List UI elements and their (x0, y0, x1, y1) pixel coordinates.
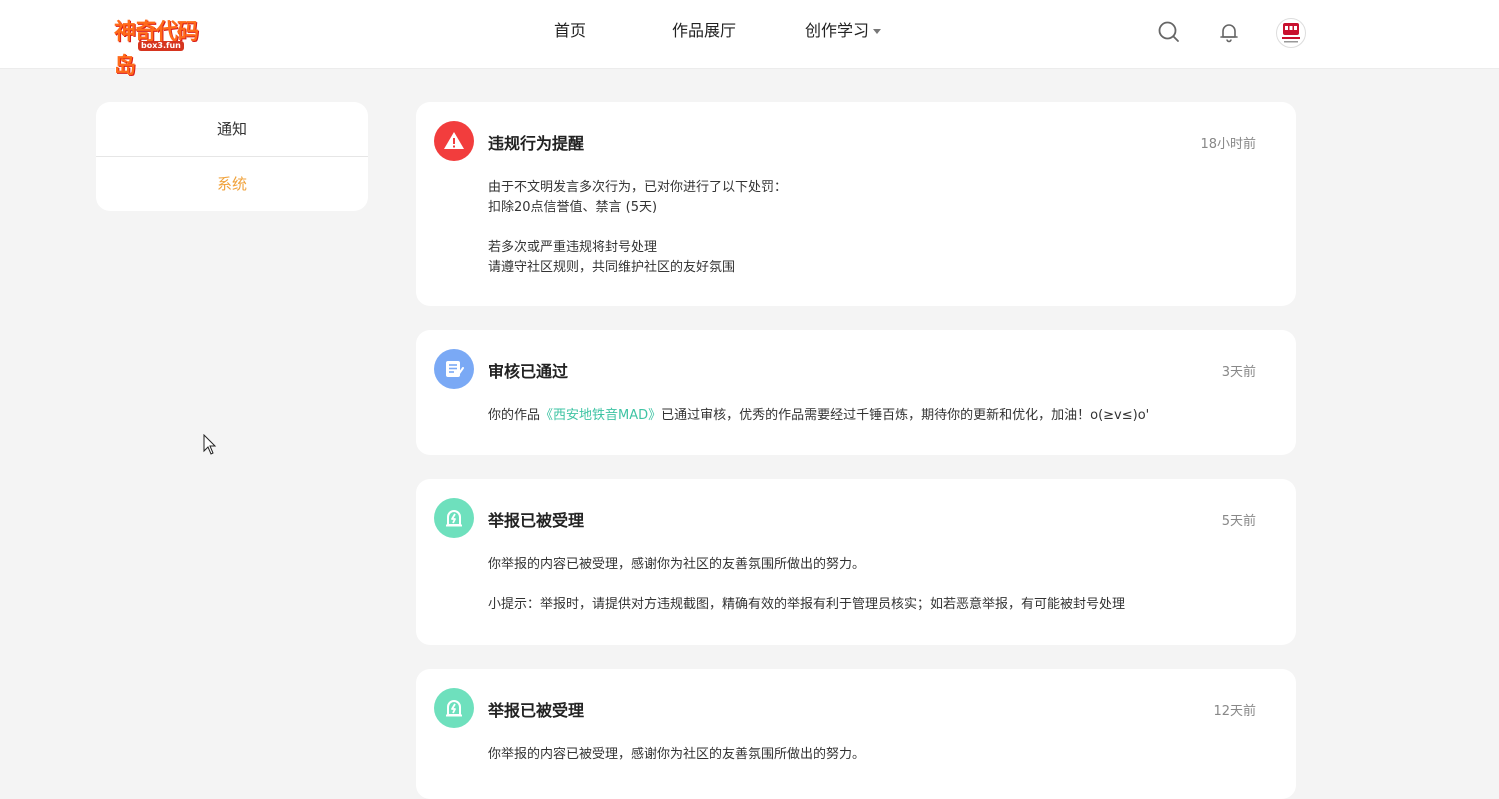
nav-home[interactable]: 首页 (554, 20, 586, 42)
nav-gallery[interactable]: 作品展厅 (672, 20, 736, 42)
chevron-down-icon (873, 29, 882, 34)
message-title: 违规行为提醒 (488, 134, 585, 153)
user-avatar[interactable] (1276, 18, 1306, 48)
message-line: 小提示：举报时，请提供对方违规截图，精确有效的举报有利于管理员核实；如若恶意举报… (488, 597, 1126, 612)
work-link[interactable]: 《西安地铁音MAD》 (540, 408, 661, 423)
message-line: 若多次或严重违规将封号处理 (488, 240, 658, 255)
message-title: 审核已通过 (488, 362, 569, 381)
message-card: 举报已被受理 12天前 你举报的内容已被受理，感谢你为社区的友善氛围所做出的努力… (416, 669, 1296, 799)
sidebar-item-notifications[interactable]: 通知 (96, 102, 368, 157)
message-time: 12天前 (1213, 704, 1256, 719)
notification-sidebar: 通知 系统 (96, 102, 368, 211)
message-body: 你举报的内容已被受理，感谢你为社区的友善氛围所做出的努力。 小提示：举报时，请提… (488, 555, 1268, 615)
logo-subtext: box3.fun (138, 41, 184, 51)
mouse-cursor-icon (203, 433, 217, 460)
message-title: 举报已被受理 (488, 701, 585, 720)
message-time: 3天前 (1221, 365, 1256, 380)
message-card: 违规行为提醒 18小时前 由于不文明发言多次行为，已对你进行了以下处罚： 扣除2… (416, 102, 1296, 306)
text-before-link: 你的作品 (488, 408, 541, 423)
sidebar-item-system[interactable]: 系统 (96, 157, 368, 211)
report-icon (434, 498, 474, 538)
nav-learn-label: 创作学习 (805, 21, 870, 40)
message-body: 你举报的内容已被受理，感谢你为社区的友善氛围所做出的努力。 (488, 745, 1268, 765)
message-body: 由于不文明发言多次行为，已对你进行了以下处罚： 扣除20点信誉值、禁言 (5天)… (488, 178, 1268, 278)
message-line: 你举报的内容已被受理，感谢你为社区的友善氛围所做出的努力。 (488, 747, 866, 762)
report-icon (434, 688, 474, 728)
message-line: 扣除20点信誉值、禁言 (5天) (488, 200, 658, 215)
site-logo[interactable]: 神奇代码岛 box3.fun (114, 16, 214, 79)
message-line: 请遵守社区规则，共同维护社区的友好氛围 (488, 260, 736, 275)
message-card: 举报已被受理 5天前 你举报的内容已被受理，感谢你为社区的友善氛围所做出的努力。… (416, 479, 1296, 645)
document-icon (434, 349, 474, 389)
top-header: 神奇代码岛 box3.fun 首页 作品展厅 创作学习 (0, 0, 1499, 79)
nav-learn[interactable]: 创作学习 (805, 20, 882, 42)
message-line: 你举报的内容已被受理，感谢你为社区的友善氛围所做出的努力。 (488, 557, 866, 572)
message-title: 举报已被受理 (488, 511, 585, 530)
search-icon[interactable] (1157, 20, 1181, 44)
text-after-link: 已通过审核，优秀的作品需要经过千锤百炼，期待你的更新和优化，加油！o(≥v≤)o… (661, 408, 1150, 423)
message-card: 审核已通过 3天前 你的作品《西安地铁音MAD》已通过审核，优秀的作品需要经过千… (416, 330, 1296, 455)
message-line: 由于不文明发言多次行为，已对你进行了以下处罚： (488, 180, 788, 195)
message-body: 你的作品《西安地铁音MAD》已通过审核，优秀的作品需要经过千锤百炼，期待你的更新… (488, 406, 1268, 426)
bell-icon[interactable] (1217, 20, 1241, 44)
message-line: 你的作品《西安地铁音MAD》已通过审核，优秀的作品需要经过千锤百炼，期待你的更新… (488, 406, 1268, 426)
message-time: 18小时前 (1200, 137, 1256, 152)
warning-icon (434, 121, 474, 161)
message-time: 5天前 (1221, 514, 1256, 529)
